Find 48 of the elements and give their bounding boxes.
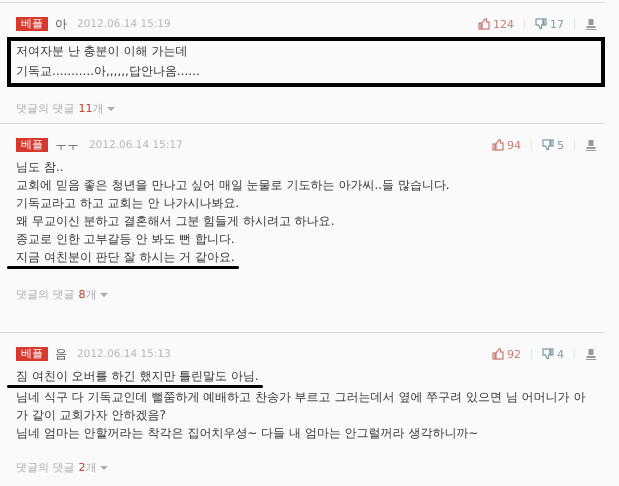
caret-icon [100,292,108,296]
thumbs-up-icon [478,18,490,30]
thumbs-down-icon [542,139,554,151]
best-badge: 베플 [16,347,48,361]
like-count: 94 [507,138,521,152]
caret-icon [106,106,114,110]
comment-text: 짐 여친이 오버를 하긴 했지만 틀린말도 아님. [16,368,259,385]
dislike-count: 5 [557,138,564,152]
author-name[interactable]: ㅜㅜ [55,136,79,154]
thumbs-down-icon [542,348,554,360]
comment-text: 기독교라고 하고 교회는 안 나가시나봐요. [16,195,240,212]
thumbs-up-icon [492,348,504,360]
comment-text: 님네 엄마는 안할꺼라는 착각은 집어치우셩~ 다들 내 엄마는 안그럴꺼라 생각하니까~ [16,425,478,442]
replies-link[interactable]: 댓글의 댓글 2개 [16,460,108,475]
comment-text: 지금 여친분이 판단 잘 하시는 거 같아요. [16,249,235,266]
dislike-button[interactable]: 5 [542,138,564,152]
author-name[interactable]: 아 [55,16,67,32]
dislike-button[interactable]: 4 [542,348,564,360]
like-button[interactable]: 124 [478,18,514,30]
like-count: 124 [493,18,514,30]
comment-text: 님도 참.. [16,159,64,176]
author-name[interactable]: 음 [55,346,67,362]
comment-date: 2012.06.14 15:13 [77,348,171,360]
comment-text: 교회에 믿음 좋은 청년을 만나고 싶어 매일 눈물로 기도하는 아가씨..들 많습니다. [16,177,450,194]
stamp-icon[interactable] [585,139,597,151]
replies-link[interactable]: 댓글의 댓글 11개 [16,101,114,116]
comment-text: 님네 식구 다 기독교인데 뻘쭘하게 예배하고 찬송가 부르고 그러는데서 옆에 쭈구려 있으면 님 어머니가 아 [16,389,586,406]
dislike-button[interactable]: 17 [535,18,564,30]
comment-text: 왜 무교이신 분하고 결혼해서 그분 힘들게 하시려고 하나요. [16,213,335,230]
comment-text: 종교로 인한 고부갈등 안 봐도 뻔 합니다. [16,231,235,248]
thumbs-up-icon [492,139,504,151]
stamp-icon[interactable] [585,18,597,30]
best-badge: 베플 [16,138,48,152]
like-count: 92 [507,348,521,360]
dislike-count: 17 [550,18,564,30]
best-badge: 베플 [16,17,48,31]
stamp-icon[interactable] [585,348,597,360]
like-button[interactable]: 92 [492,348,521,360]
replies-link[interactable]: 댓글의 댓글 8개 [16,287,108,302]
comment-date: 2012.06.14 15:17 [89,139,183,151]
like-button[interactable]: 94 [492,138,521,152]
comment-date: 2012.06.14 15:19 [77,18,171,30]
caret-icon [100,466,108,470]
comment-text: 저여자분 난 충분이 이해 가는데 [16,43,188,60]
comment-text: 가 같이 교회가자 안하겠음? [16,407,166,424]
dislike-count: 4 [557,348,564,360]
comment-text: 기독교...........아,,,,,,답안나옴...... [16,63,200,80]
thumbs-down-icon [535,18,547,30]
